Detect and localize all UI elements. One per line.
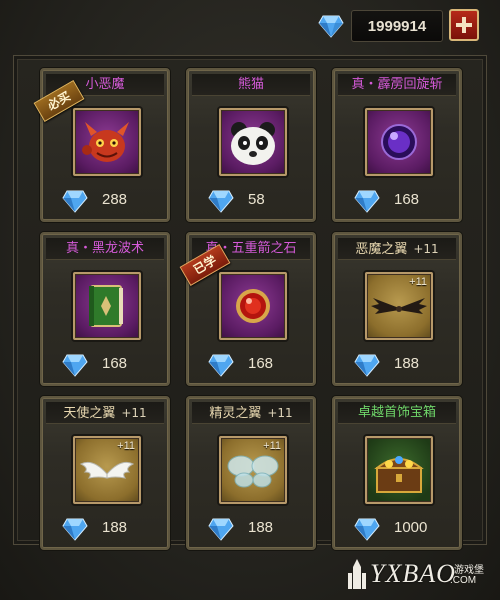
shop-item-card[interactable]: 精灵之翼 +11 +11 188 [186,396,316,550]
item-price: 188 [248,519,274,536]
item-name: 精灵之翼 [209,406,262,421]
price-row: 188 [42,516,168,542]
item-name: 真・黑龙波术 [65,241,144,256]
diamond-icon [208,518,234,541]
price-row: 168 [42,352,168,378]
diamond-icon [208,190,234,213]
shop-window: 1999914 小恶魔 288 必买 熊猫 58 真・霹雳回旋斩 168 真・黑… [0,0,500,600]
item-icon-frame: +11 [365,272,433,340]
item-name: 熊猫 [237,77,264,92]
shop-item-card[interactable]: 真・黑龙波术 168 [40,232,170,386]
currency-bar: 1999914 [0,0,500,52]
diamond-icon [354,354,380,377]
icon-enhance-tag: +11 [263,440,281,452]
diamond-icon [354,190,380,213]
item-icon-frame [365,436,433,504]
item-price: 188 [394,355,420,372]
price-row: 288 [42,188,168,214]
imp-icon [82,122,129,162]
shop-item-card[interactable]: 真・霹雳回旋斩 168 [332,68,462,222]
price-row: 1000 [334,516,460,542]
orb-icon [381,124,417,160]
item-title: 真・黑龙波术 [46,238,164,260]
diamond-icon [318,15,344,38]
diamond-icon [62,354,88,377]
item-title: 卓越首饰宝箱 [338,402,456,424]
plus-icon [456,17,472,33]
shop-item-card[interactable]: 天使之翼 +11 +11 188 [40,396,170,550]
diamond-icon [62,518,88,541]
item-price: 168 [248,355,274,372]
diamond-icon [208,354,234,377]
item-price: 288 [102,191,128,208]
castle-logo-icon [348,559,366,589]
price-row: 58 [188,188,314,214]
item-name: 恶魔之翼 [355,242,408,257]
item-enhance-level: +11 [267,406,293,420]
price-row: 188 [188,516,314,542]
item-price: 1000 [394,519,428,536]
spellbook-icon [89,285,123,327]
panda-icon [231,122,275,165]
item-enhance-level: +11 [121,406,147,420]
shop-item-card[interactable]: 小恶魔 288 必买 [33,68,170,222]
item-price: 168 [394,191,420,208]
diamond-icon [62,190,88,213]
price-row: 188 [334,352,460,378]
item-title: 恶魔之翼 +11 [338,238,456,260]
item-title: 熊猫 [192,74,310,96]
item-title: 天使之翼 +11 [46,402,164,424]
item-icon-frame: +11 [73,436,141,504]
item-name: 卓越首饰宝箱 [357,405,436,420]
item-name: 真・霹雳回旋斩 [351,77,443,92]
watermark-brand: YXBAO [370,559,456,588]
shop-item-card[interactable]: 真・五重箭之石 168 已学 [179,232,316,386]
add-currency-button[interactable] [449,9,479,41]
treasure-chest-icon [374,456,424,493]
diamond-icon [354,518,380,541]
item-icon-frame [73,108,141,176]
item-icon-frame: +11 [219,436,287,504]
shop-item-card[interactable]: 卓越首饰宝箱 1000 [332,396,462,550]
icon-enhance-tag: +11 [409,276,427,288]
icon-enhance-tag: +11 [117,440,135,452]
item-name: 小恶魔 [85,77,125,92]
price-row: 168 [334,188,460,214]
site-watermark: YXBAO 游戏堡 .COM [346,555,496,595]
item-title: 真・霹雳回旋斩 [338,74,456,96]
item-price: 168 [102,355,128,372]
item-icon-frame [365,108,433,176]
item-icon-frame [219,272,287,340]
price-row: 168 [188,352,314,378]
shop-item-card[interactable]: 熊猫 58 [186,68,316,222]
item-title: 精灵之翼 +11 [192,402,310,424]
item-price: 188 [102,519,128,536]
item-icon-frame [73,272,141,340]
shop-item-card[interactable]: 恶魔之翼 +11 +11 188 [332,232,462,386]
watermark-sub-cn: 游戏堡 [454,565,484,576]
red-gem-icon [236,289,270,323]
item-price: 58 [248,191,265,208]
currency-amount: 1999914 [351,10,443,42]
item-grid-panel: 小恶魔 288 必买 熊猫 58 真・霹雳回旋斩 168 真・黑龙波术 168 … [13,55,487,550]
item-icon-frame [219,108,287,176]
watermark-sub-en: .COM [450,575,477,586]
item-enhance-level: +11 [413,242,439,256]
item-name: 天使之翼 [63,406,116,421]
